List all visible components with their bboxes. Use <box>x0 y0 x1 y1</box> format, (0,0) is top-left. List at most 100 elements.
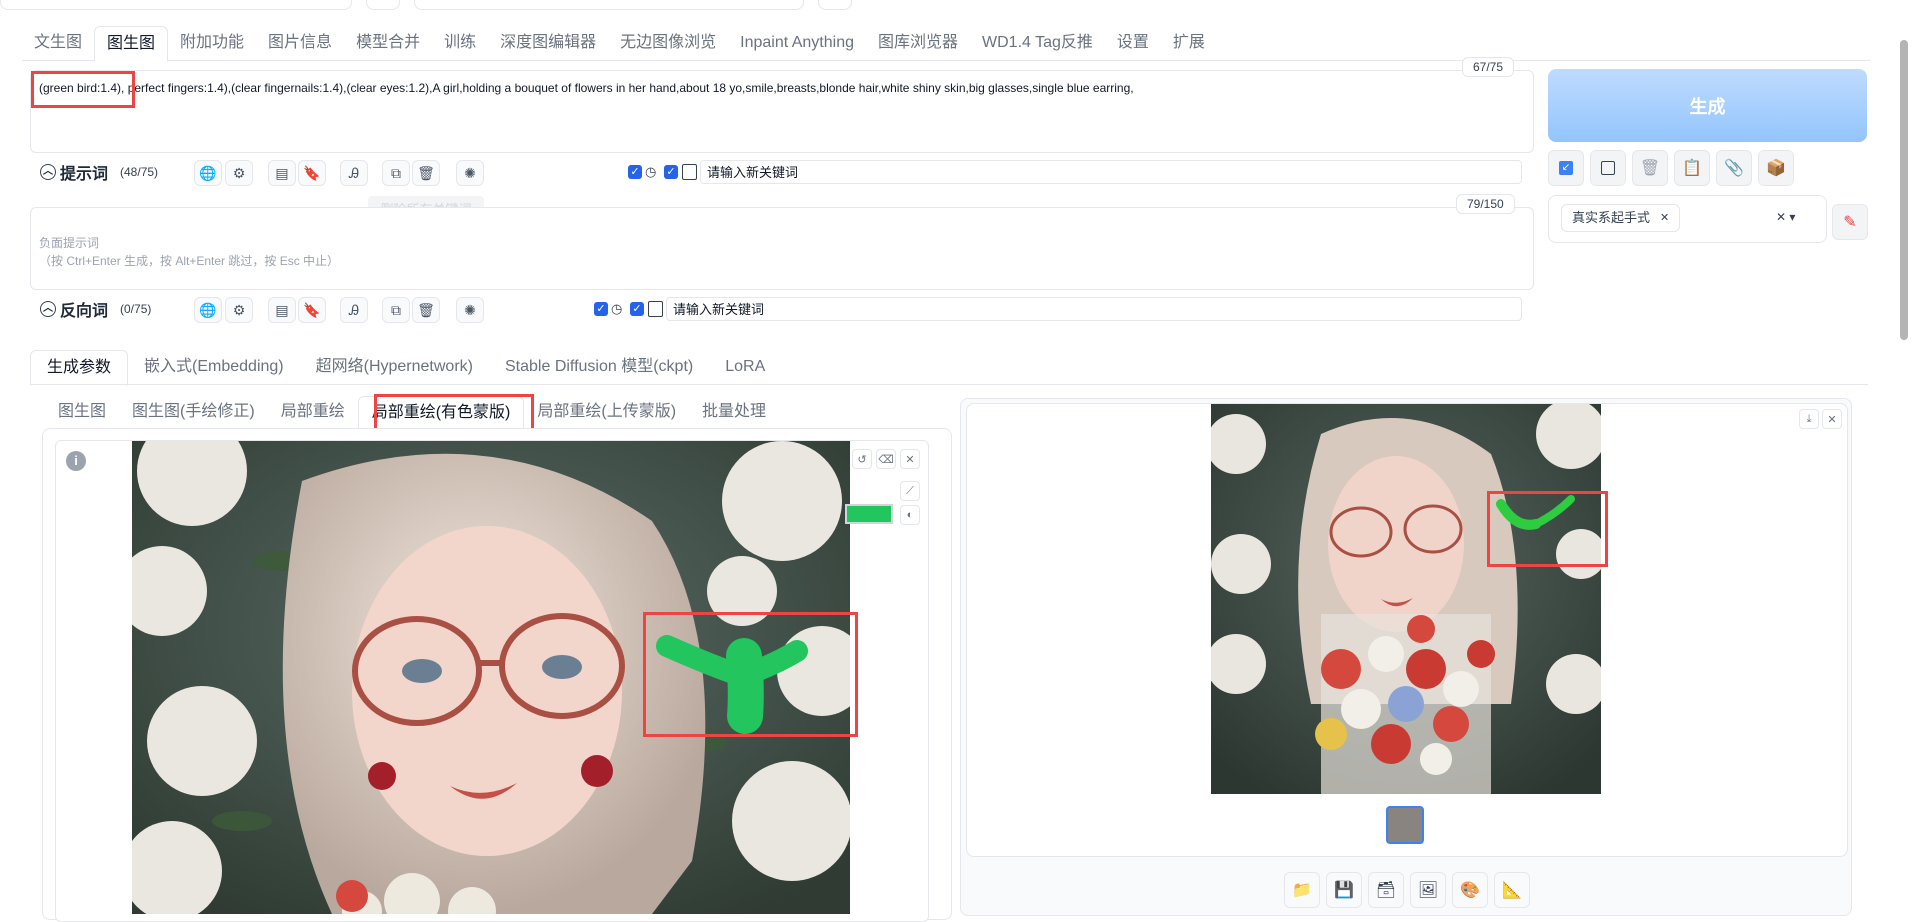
output-image[interactable] <box>1211 404 1601 794</box>
send-to-inpaint-icon[interactable]: 🎨 <box>1452 872 1488 908</box>
history-icon[interactable]: ◷ <box>611 301 622 317</box>
neg-translate-icon[interactable]: Ꭿ <box>340 297 368 323</box>
enable-checkbox-2[interactable]: ✓ <box>664 165 678 179</box>
brush-size-icon[interactable]: ⟋ <box>900 481 920 501</box>
checkpoint-select-stub[interactable] <box>0 0 352 10</box>
prompt-label[interactable]: ︿ 提示词 (48/75) <box>40 160 158 184</box>
clipboard-icon[interactable]: 📋 <box>1674 150 1710 186</box>
box-icon[interactable]: 📦 <box>1758 150 1794 186</box>
close-icon[interactable]: ✕ <box>900 449 920 469</box>
palette-icon[interactable]: ◐ <box>900 505 920 525</box>
info-icon[interactable]: i <box>66 451 86 471</box>
style-tag-label: 真实系起手式 <box>1572 210 1651 225</box>
tab-11[interactable]: 设置 <box>1105 26 1161 60</box>
param-tab-4[interactable]: LoRA <box>709 350 781 386</box>
negative-label-count: (0/75) <box>120 302 152 316</box>
refresh-button-stub[interactable] <box>366 0 400 10</box>
prompt-label-text: 提示词 <box>60 166 109 183</box>
close-icon[interactable]: ✕ <box>1822 409 1842 429</box>
clear-select-icon[interactable]: ✕ ▾ <box>1776 210 1795 224</box>
scrollbar-thumb[interactable] <box>1900 40 1908 340</box>
neg-list-icon[interactable]: ▤ <box>268 297 296 323</box>
tab-1[interactable]: 图生图 <box>94 26 169 62</box>
param-tab-3[interactable]: Stable Diffusion 模型(ckpt) <box>489 350 709 386</box>
download-icon[interactable]: ⤓ <box>1799 409 1819 429</box>
prompt-label-count: (48/75) <box>120 165 159 179</box>
img2img-tab-4[interactable]: 局部重绘(上传蒙版) <box>524 396 689 430</box>
paperclip-icon[interactable]: 📎 <box>1716 150 1752 186</box>
prompt-token-counter: 67/75 <box>1462 57 1515 77</box>
clear-canvas-icon[interactable]: ⌫ <box>876 449 896 469</box>
neg-globe-icon[interactable]: 🌐 <box>194 297 222 323</box>
save-icon[interactable]: 💾 <box>1326 872 1362 908</box>
copy-icon[interactable]: ⧉ <box>382 160 410 186</box>
tab-6[interactable]: 深度图编辑器 <box>488 26 608 60</box>
bookmark-icon[interactable]: 🔖 <box>298 160 326 186</box>
checkbox-tool-icon[interactable]: ↙ <box>1548 150 1584 186</box>
generate-button[interactable]: 生成 <box>1548 69 1867 142</box>
vae-select-stub[interactable] <box>414 0 804 10</box>
tab-7[interactable]: 无边图像浏览 <box>608 26 728 60</box>
tab-2[interactable]: 附加功能 <box>168 26 256 60</box>
history-icon[interactable]: ◷ <box>645 164 656 180</box>
param-tab-1[interactable]: 嵌入式(Embedding) <box>128 350 300 386</box>
tab-5[interactable]: 训练 <box>432 26 488 60</box>
prompt-text: (green bird:1.4), perfect fingers:1.4),(… <box>39 81 1134 95</box>
negative-prompt-textarea[interactable]: 负面提示词 （按 Ctrl+Enter 生成，按 Alt+Enter 跳过，按 … <box>30 207 1534 290</box>
negative-token-counter: 79/150 <box>1456 194 1515 214</box>
neg-gear-icon[interactable]: ⚙ <box>225 297 253 323</box>
neg-trash-icon[interactable]: 🗑 <box>412 297 440 323</box>
trash-icon[interactable]: 🗑 <box>412 160 440 186</box>
zip-icon[interactable]: 🗃 <box>1368 872 1404 908</box>
gear-icon[interactable]: ⚙ <box>225 160 253 186</box>
param-tab-2[interactable]: 超网络(Hypernetwork) <box>300 350 489 386</box>
extra-button-stub[interactable] <box>818 0 852 10</box>
translate-icon[interactable]: Ꭿ <box>340 160 368 186</box>
folder-icon[interactable]: 📁 <box>1284 872 1320 908</box>
neg-enable-checkbox[interactable]: ✓ <box>594 302 608 316</box>
negative-label[interactable]: ︿ 反向词 (0/75) <box>40 297 151 321</box>
close-icon[interactable]: ✕ <box>1660 205 1669 231</box>
img2img-tab-5[interactable]: 批量处理 <box>689 396 779 430</box>
param-tabs-divider <box>30 384 1868 385</box>
tab-3[interactable]: 图片信息 <box>256 26 344 60</box>
negative-keyword-input[interactable]: 请输入新关键词 <box>666 297 1522 321</box>
tab-10[interactable]: WD1.4 Tag反推 <box>970 26 1105 60</box>
tab-9[interactable]: 图库浏览器 <box>866 26 970 60</box>
openai-icon[interactable]: ✺ <box>456 160 484 186</box>
brush-edit-icon[interactable]: ✎ <box>1832 204 1868 240</box>
list-icon[interactable]: ▤ <box>268 160 296 186</box>
prompt-textarea[interactable]: (green bird:1.4), perfect fingers:1.4),(… <box>30 70 1534 153</box>
output-thumbnail[interactable] <box>1386 806 1424 844</box>
undo-icon[interactable]: ↺ <box>852 449 872 469</box>
globe-icon[interactable]: 🌐 <box>194 160 222 186</box>
img2img-tab-0[interactable]: 图生图 <box>45 396 119 430</box>
clear-square-icon[interactable] <box>1590 150 1626 186</box>
negative-placeholder: 负面提示词 （按 Ctrl+Enter 生成，按 Alt+Enter 跳过，按 … <box>39 236 340 268</box>
face-shape <box>352 526 622 856</box>
tab-8[interactable]: Inpaint Anything <box>728 26 866 60</box>
neg-bookmark-icon[interactable]: 🔖 <box>298 297 326 323</box>
send-to-img2img-icon[interactable]: 🖼 <box>1410 872 1446 908</box>
trash-icon[interactable]: 🗑 <box>1632 150 1668 186</box>
tab-12[interactable]: 扩展 <box>1161 26 1217 60</box>
send-to-extras-icon[interactable]: 📐 <box>1494 872 1530 908</box>
param-tab-0[interactable]: 生成参数 <box>30 350 129 386</box>
img2img-tab-1[interactable]: 图生图(手绘修正) <box>119 396 268 430</box>
highlight-inpaint-sketch-tab <box>374 394 534 432</box>
neg-openai-icon[interactable]: ✺ <box>456 297 484 323</box>
panel-icon[interactable] <box>648 301 663 317</box>
param-tabs: 生成参数 嵌入式(Embedding) 超网络(Hypernetwork) Stabl… <box>30 350 781 386</box>
tab-0[interactable]: 文生图 <box>22 26 94 60</box>
prompt-keyword-input[interactable]: 请输入新关键词 <box>700 160 1522 184</box>
neg-copy-icon[interactable]: ⧉ <box>382 297 410 323</box>
neg-enable-checkbox-2[interactable]: ✓ <box>630 302 644 316</box>
img2img-tab-2[interactable]: 局部重绘 <box>268 396 358 430</box>
style-tag[interactable]: 真实系起手式 ✕ <box>1561 204 1681 232</box>
mask-color-swatch[interactable] <box>845 504 893 524</box>
chevron-up-icon: ︿ <box>40 164 56 180</box>
panel-icon[interactable] <box>682 164 697 180</box>
enable-checkbox[interactable]: ✓ <box>628 165 642 179</box>
tab-4[interactable]: 模型合并 <box>344 26 432 60</box>
highlight-output-bird <box>1487 491 1608 567</box>
